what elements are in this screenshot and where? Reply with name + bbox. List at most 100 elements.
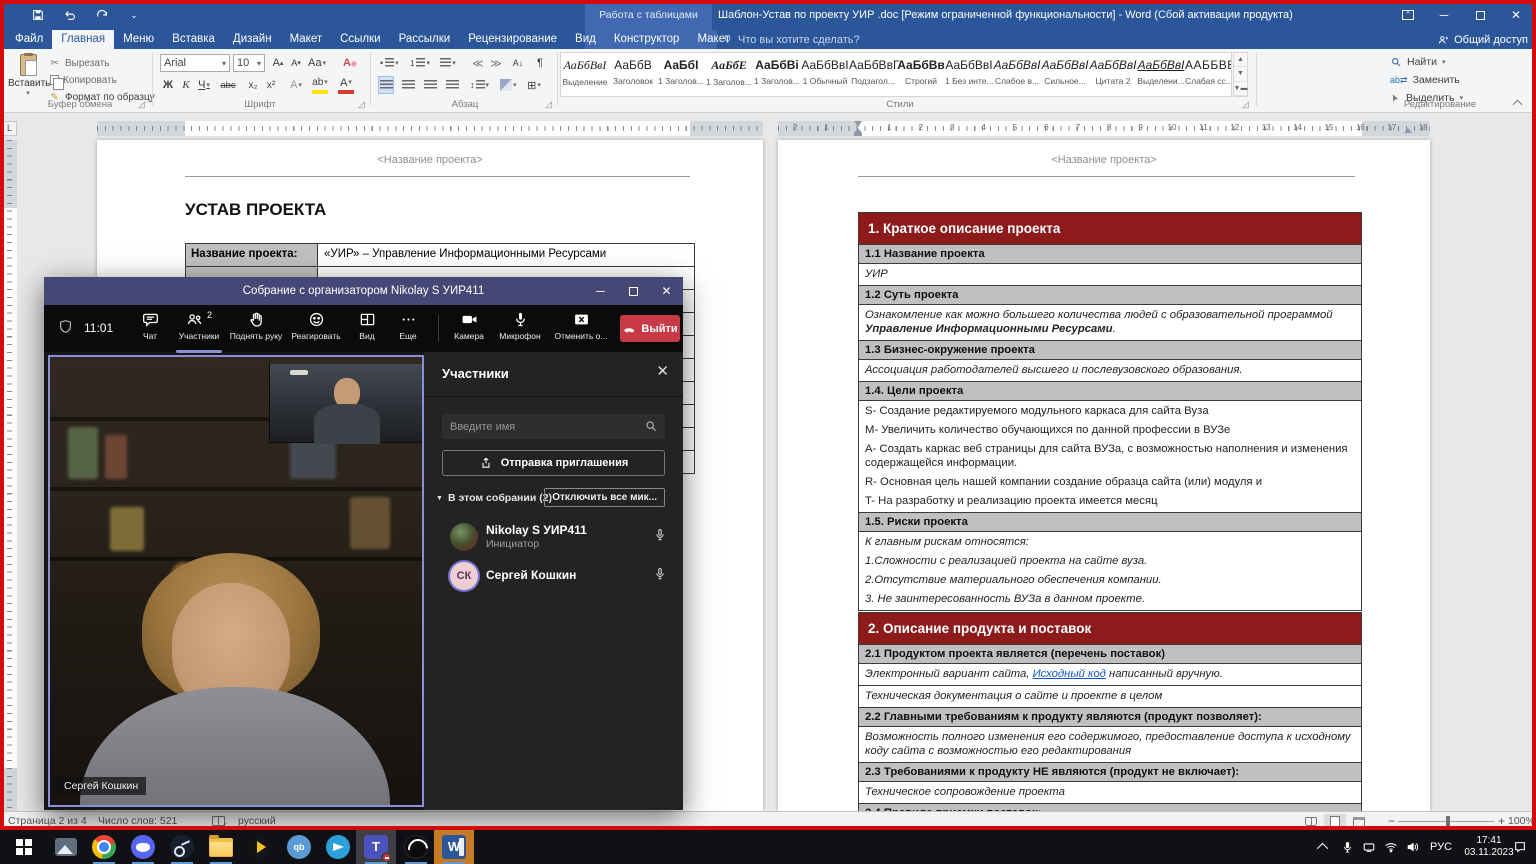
- justify-button[interactable]: [444, 76, 460, 94]
- participant-search-box[interactable]: [442, 414, 665, 439]
- subsection-header-row[interactable]: 1.2 Суть проекта: [859, 286, 1361, 305]
- body-row[interactable]: УИР: [859, 264, 1361, 286]
- participant-row[interactable]: Nikolay S УИР411Инициатор: [424, 518, 683, 557]
- body-row[interactable]: Ассоциация работодателей высшего и после…: [859, 360, 1361, 382]
- teams-layout-button[interactable]: Вид: [348, 310, 386, 349]
- clear-formatting-button[interactable]: А◆: [342, 54, 358, 72]
- teams-cancel-share-button[interactable]: Отменить о...: [548, 310, 614, 349]
- tab-stop-selector[interactable]: L: [2, 121, 17, 136]
- body-row[interactable]: Ознакомление как можно большего количест…: [859, 305, 1361, 341]
- subsection-header-row[interactable]: 2.3 Требованиями к продукту НЕ являются …: [859, 763, 1361, 782]
- font-color-button[interactable]: А▾: [338, 76, 354, 94]
- body-row[interactable]: К главным рискам относятся:1.Сложности с…: [859, 532, 1361, 611]
- teams-meeting-window[interactable]: Собрание с организатором Nikolay S УИР41…: [44, 277, 683, 810]
- style-item[interactable]: АаБбВЗаголовок: [609, 53, 657, 96]
- document-page-right[interactable]: <Название проекта> 1. Краткое описание п…: [778, 140, 1430, 811]
- subsection-header-row[interactable]: 1.3 Бизнес-окружение проекта: [859, 341, 1361, 360]
- bold-button[interactable]: Ж: [160, 76, 176, 94]
- undo-icon[interactable]: [62, 7, 78, 23]
- teams-ellipsis-button[interactable]: Еще: [388, 310, 428, 349]
- section-header-row[interactable]: 2. Описание продукта и поставок: [859, 613, 1361, 645]
- italic-button[interactable]: К: [178, 76, 194, 94]
- gallery-down-icon[interactable]: ▼: [1234, 67, 1247, 81]
- teams-camera-button[interactable]: Камера: [446, 310, 492, 349]
- taskbar-app-steam[interactable]: [162, 830, 202, 864]
- style-item[interactable]: АаБбВвIЦитата 2: [1089, 53, 1137, 96]
- minimize-button[interactable]: ─: [1426, 0, 1462, 30]
- highlight-color-button[interactable]: ab▾: [312, 76, 328, 94]
- font-dialog-launcher[interactable]: ◿: [358, 99, 365, 110]
- language-status[interactable]: русский: [238, 815, 276, 827]
- table-row[interactable]: Название проекта:«УИР» – Управление Инфо…: [186, 244, 694, 267]
- participant-search-input[interactable]: [450, 414, 630, 439]
- taskbar-app-word[interactable]: W: [434, 830, 474, 864]
- strikethrough-button[interactable]: abc: [220, 76, 236, 94]
- taskbar-app-task-view[interactable]: [46, 830, 86, 864]
- hyperlink[interactable]: Исходный код: [1033, 668, 1106, 680]
- taskbar-app-teams[interactable]: T: [356, 830, 396, 864]
- redo-icon[interactable]: [94, 7, 110, 23]
- restore-button[interactable]: [1462, 0, 1498, 30]
- style-item[interactable]: АаБбВвIСлабое в...: [993, 53, 1041, 96]
- subsection-header-row[interactable]: 1.1 Название проекта: [859, 245, 1361, 264]
- close-button[interactable]: ✕: [1498, 0, 1534, 30]
- participant-mic-icon[interactable]: [653, 528, 667, 547]
- styles-gallery-scroll[interactable]: ▲▼▼▬: [1233, 52, 1248, 97]
- align-center-button[interactable]: [400, 76, 416, 94]
- teams-maximize-button[interactable]: [617, 277, 650, 305]
- sort-button[interactable]: А↓: [510, 54, 526, 72]
- align-left-button[interactable]: [378, 76, 394, 94]
- word-count-status[interactable]: Число слов: 521: [98, 815, 177, 827]
- tab-Главная[interactable]: Главная: [52, 30, 114, 49]
- taskbar-app-chrome[interactable]: [84, 830, 124, 864]
- grow-font-button[interactable]: А▴: [270, 54, 286, 72]
- find-button[interactable]: Найти▾: [1390, 54, 1445, 70]
- style-item[interactable]: АаБбВвI1 Обычный: [801, 53, 849, 96]
- body-row[interactable]: Электронный вариант сайта, Исходный код …: [859, 664, 1361, 686]
- tab-Ссылки[interactable]: Ссылки: [331, 30, 390, 49]
- zoom-out-button[interactable]: −: [1388, 814, 1395, 828]
- body-row[interactable]: Техническая документация о сайте и проек…: [859, 686, 1361, 708]
- mute-all-button[interactable]: Отключить все мик...: [544, 488, 665, 507]
- superscript-button[interactable]: x²: [263, 76, 279, 94]
- font-size-combo[interactable]: 10▾: [233, 54, 265, 72]
- action-center-icon[interactable]: [1508, 830, 1532, 864]
- paragraph-dialog-launcher[interactable]: ◿: [545, 99, 552, 110]
- tray-volume-icon[interactable]: [1402, 830, 1424, 864]
- style-item[interactable]: ААББВВIСлабая сс...: [1185, 53, 1232, 96]
- collapse-ribbon-button[interactable]: [1514, 101, 1522, 109]
- page-number-status[interactable]: Страница 2 из 4: [8, 815, 87, 827]
- paragraph-marks-button[interactable]: ¶: [532, 54, 548, 72]
- tab-Дизайн[interactable]: Дизайн: [224, 30, 281, 49]
- multilevel-list-button[interactable]: ▾: [440, 54, 456, 72]
- vertical-ruler[interactable]: [2, 140, 17, 811]
- tab-Меню[interactable]: Меню: [114, 30, 163, 49]
- tell-me-box[interactable]: Что вы хотите сделать?: [722, 30, 860, 49]
- teams-close-button[interactable]: ✕: [650, 277, 683, 305]
- teams-people-button[interactable]: 2Участники: [172, 310, 226, 349]
- shrink-font-button[interactable]: А▾: [288, 54, 304, 72]
- teams-mic-button[interactable]: Микрофон: [494, 310, 546, 349]
- style-item[interactable]: АаБбI1 Заголов...: [657, 53, 705, 96]
- context-tab-Конструктор[interactable]: Конструктор: [605, 30, 689, 49]
- teams-minimize-button[interactable]: ─: [584, 277, 617, 305]
- zoom-level-label[interactable]: 100%: [1508, 815, 1535, 827]
- align-right-button[interactable]: [422, 76, 438, 94]
- bullet-list-button[interactable]: •▾: [380, 54, 399, 72]
- subsection-header-row[interactable]: 1.4. Цели проекта: [859, 382, 1361, 401]
- tab-Макет[interactable]: Макет: [281, 30, 332, 49]
- tray-chevron-up-icon[interactable]: [1314, 830, 1334, 864]
- body-row[interactable]: S- Создание редактируемого модульного ка…: [859, 401, 1361, 513]
- subscript-button[interactable]: x₂: [245, 76, 261, 94]
- teams-hand-button[interactable]: Поднять руку: [228, 310, 284, 349]
- replace-button[interactable]: ab⇄ Заменить: [1390, 72, 1460, 88]
- subsection-header-row[interactable]: 2.4 Правила приемки поставок:: [859, 804, 1361, 811]
- style-item[interactable]: АаБбВвIСильное...: [1041, 53, 1089, 96]
- increase-indent-button[interactable]: ≫: [488, 54, 504, 72]
- cut-button[interactable]: ✂ Вырезать: [48, 55, 152, 71]
- zoom-in-button[interactable]: +: [1498, 814, 1505, 828]
- numbered-list-button[interactable]: 1▾: [410, 54, 430, 72]
- style-item[interactable]: АаБбВвСтрогий: [897, 53, 945, 96]
- text-effects-button[interactable]: А▾: [288, 76, 304, 94]
- font-name-combo[interactable]: Arial▾: [160, 54, 230, 72]
